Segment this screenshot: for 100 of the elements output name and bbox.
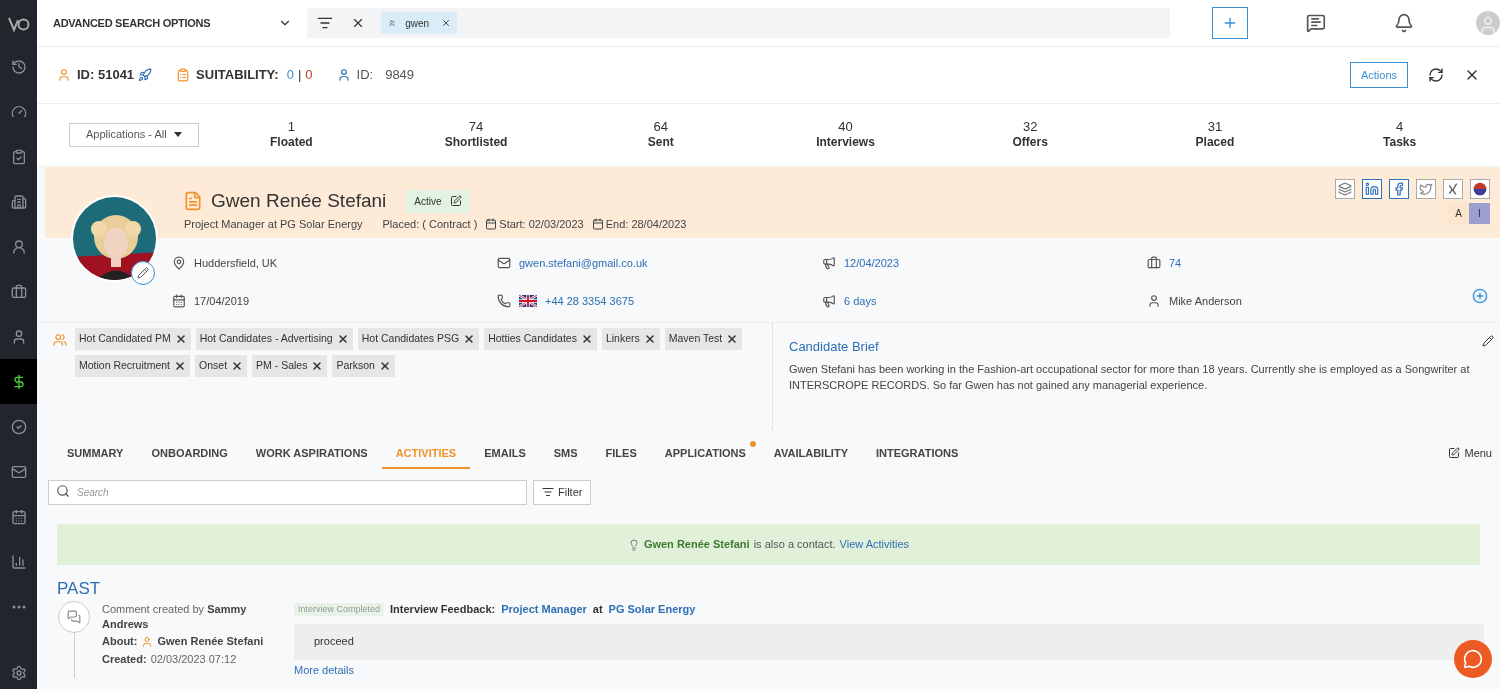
toggle-button[interactable]: A	[1448, 203, 1469, 224]
tab[interactable]: ONBOARDING	[137, 439, 242, 469]
add-button[interactable]	[1212, 7, 1249, 39]
lightbulb-icon	[627, 538, 640, 551]
remove-icon[interactable]	[463, 333, 476, 345]
sidebar-item[interactable]	[0, 359, 37, 404]
candidate-name: Gwen Renée Stefani	[211, 189, 387, 213]
linkedin-icon[interactable]	[1362, 179, 1382, 199]
remove-icon[interactable]	[231, 360, 244, 372]
rocket-icon	[138, 68, 153, 82]
person-icon	[141, 635, 154, 648]
job-title: Project Manager at PG Solar Energy	[184, 217, 363, 232]
status-badge: Interview Completed	[294, 602, 385, 616]
placement-type: Placed: ( Contract )	[382, 217, 478, 232]
edit-icon[interactable]	[449, 195, 462, 208]
tab[interactable]: INTEGRATIONS	[862, 439, 973, 469]
detail-value[interactable]: 12/04/2023	[844, 254, 900, 272]
tag-label: Motion Recruitment	[79, 358, 171, 374]
filter-button[interactable]: Filter	[533, 479, 592, 505]
stat-value: 31	[1207, 118, 1223, 136]
separator: |	[297, 66, 302, 85]
remove-icon[interactable]	[336, 333, 349, 345]
twitter-icon[interactable]	[1416, 179, 1436, 199]
stat-value: 32	[1022, 118, 1038, 136]
actions-button[interactable]: Actions	[1349, 61, 1408, 89]
layers-icon[interactable]	[1335, 179, 1355, 199]
created-date: 02/03/2023 07:12	[150, 652, 237, 667]
filter-icon	[542, 486, 554, 498]
chevrons-icon[interactable]	[387, 18, 398, 28]
facebook-icon[interactable]	[1389, 179, 1409, 199]
tab[interactable]: FILES	[591, 439, 651, 469]
remove-icon[interactable]	[726, 333, 739, 345]
remove-icon[interactable]	[441, 18, 452, 28]
filter-icon[interactable]	[317, 15, 334, 31]
tab[interactable]: EMAILS	[470, 439, 540, 469]
megaphone-icon	[822, 294, 836, 308]
search-icon	[56, 484, 70, 498]
bell-icon[interactable]	[1394, 13, 1415, 33]
tag-label: Hotties Candidates	[488, 331, 577, 347]
group-icon	[53, 333, 67, 347]
timeline-heading: PAST	[57, 580, 102, 597]
tab[interactable]: WORK ASPIRATIONS	[241, 439, 382, 469]
stat-value: 64	[653, 118, 668, 136]
chip-label: gwen	[405, 16, 430, 31]
tab[interactable]: APPLICATIONS	[650, 439, 760, 469]
comment-body: proceed	[294, 623, 1484, 660]
view-activities-link[interactable]: View Activities	[839, 536, 910, 553]
person-icon	[57, 68, 71, 82]
stat-label: Placed	[1195, 135, 1235, 151]
history-icon	[10, 58, 27, 75]
company-link[interactable]: PG Solar Energy	[608, 601, 696, 618]
remove-icon[interactable]	[378, 360, 391, 372]
stat-value: 74	[468, 118, 484, 136]
xing-icon[interactable]	[1443, 179, 1463, 199]
pencil-icon[interactable]	[1482, 335, 1494, 347]
settings-icon[interactable]	[10, 665, 27, 681]
calendar-icon	[485, 218, 498, 231]
chat-icon[interactable]	[1306, 13, 1327, 33]
person-icon	[336, 68, 351, 82]
add-icon[interactable]	[1472, 288, 1488, 304]
more-details-link[interactable]: More details	[294, 661, 354, 678]
tab[interactable]: SMS	[539, 439, 592, 469]
tab[interactable]: SUMMARY	[53, 439, 138, 469]
role-link[interactable]: Project Manager	[501, 601, 587, 618]
remove-icon[interactable]	[174, 333, 187, 345]
remove-icon[interactable]	[311, 360, 324, 372]
stat-label: Sent	[647, 135, 674, 151]
remove-icon[interactable]	[174, 360, 187, 372]
stat-label: Shortlisted	[444, 135, 508, 151]
person-icon	[1147, 294, 1161, 308]
remove-icon[interactable]	[580, 333, 593, 345]
toggle-button[interactable]: I	[1469, 203, 1490, 224]
mail-icon	[497, 256, 511, 270]
mail-icon	[10, 463, 27, 480]
calendar-icon	[172, 294, 186, 308]
globe-icon[interactable]	[1470, 179, 1490, 199]
contact-id: 9849	[385, 66, 415, 85]
tab[interactable]: AVAILABILITY	[759, 439, 862, 469]
contact-id-label: ID:	[356, 66, 374, 85]
created-label: Created:	[102, 652, 147, 667]
building-icon	[10, 193, 27, 210]
refresh-icon[interactable]	[1428, 67, 1444, 83]
detail-value[interactable]: 74	[1169, 254, 1182, 272]
contact-name: Gwen Renée Stefani	[643, 537, 750, 553]
detail-value[interactable]: 6 days	[844, 292, 877, 310]
chat-launcher-button[interactable]	[1454, 640, 1492, 678]
search-options-dropdown[interactable]: ADVANCED SEARCH OPTIONS	[53, 14, 293, 32]
remove-icon[interactable]	[643, 333, 656, 345]
search-field[interactable]: Search	[48, 480, 527, 505]
suitability-label: SUITABILITY:	[196, 66, 279, 85]
detail-value[interactable]: gwen.stefani@gmail.co.uk	[519, 254, 648, 272]
tag-label: Maven Test	[668, 331, 723, 347]
stat-label: Interviews	[816, 135, 875, 151]
created-by: Comment created by Sammy Andrews	[102, 602, 248, 632]
detail-value[interactable]: +44 28 3354 3675	[545, 292, 634, 310]
about-label: About:	[102, 634, 138, 649]
start-date: Start: 02/03/2023	[499, 217, 584, 232]
clipboard-icon	[10, 148, 27, 165]
menu-button[interactable]: Menu	[1448, 444, 1492, 461]
applications-dropdown[interactable]: Applications - All	[69, 122, 199, 147]
